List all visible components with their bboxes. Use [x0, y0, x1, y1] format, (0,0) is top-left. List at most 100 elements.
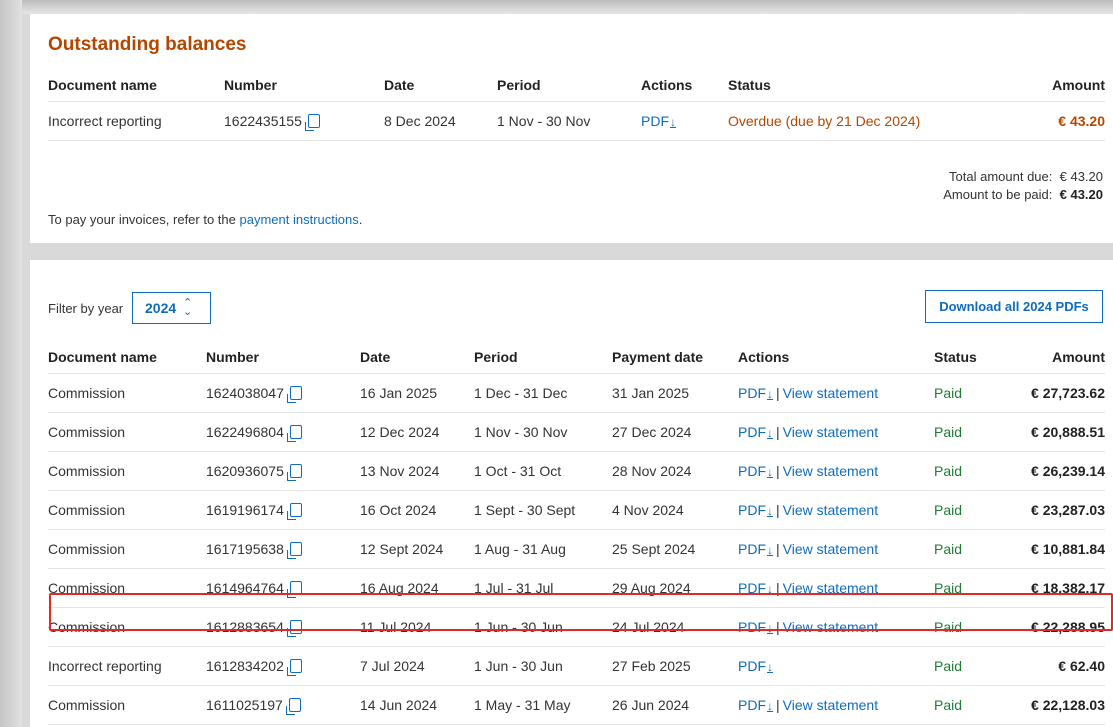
- pdf-download-link[interactable]: PDF↓: [738, 502, 773, 518]
- invoice-number: 1622496804: [206, 423, 284, 440]
- number-cell: 1620936075: [206, 451, 360, 491]
- table-row: Commission 1617195638 12 Sept 2024 1 Aug - …: [48, 529, 1105, 569]
- status-paid: Paid: [934, 490, 1010, 530]
- invoice-number: 1624038047: [206, 384, 284, 401]
- number-cell: 1612883654: [206, 607, 360, 647]
- table-row: Commission 1612883654 11 Jul 2024 1 Jun - 3…: [48, 607, 1105, 647]
- copy-icon[interactable]: [286, 658, 302, 676]
- document-name: Incorrect reporting: [48, 646, 206, 686]
- view-statement-link[interactable]: View statement: [783, 463, 878, 479]
- period: 1 May - 31 May: [474, 685, 612, 725]
- col-document-name: Document name: [48, 340, 206, 374]
- statements-card: Filter by year 2024 ⌃ ⌄ Download all 2024…: [30, 260, 1113, 727]
- view-statement-link[interactable]: View statement: [783, 541, 878, 557]
- actions-cell: PDF↓: [738, 646, 934, 686]
- view-statement-link[interactable]: View statement: [783, 385, 878, 401]
- actions-cell: PDF↓ | View statement: [738, 451, 934, 491]
- copy-icon[interactable]: [286, 580, 302, 598]
- actions-cell: PDF↓ | View statement: [738, 685, 934, 725]
- period: 1 Sept - 30 Sept: [474, 490, 612, 530]
- pdf-download-link[interactable]: PDF↓: [738, 463, 773, 479]
- col-period: Period: [474, 340, 612, 374]
- actions-separator: |: [776, 501, 780, 518]
- document-name: Commission: [48, 373, 206, 413]
- actions-separator: |: [776, 579, 780, 596]
- payment-date: 26 Jun 2024: [612, 685, 738, 725]
- view-statement-link[interactable]: View statement: [783, 619, 878, 635]
- status-paid: Paid: [934, 607, 1010, 647]
- outstanding-header-row: Document name Number Date Period Actions…: [48, 68, 1105, 102]
- status-paid: Paid: [934, 646, 1010, 686]
- copy-icon[interactable]: [286, 424, 302, 442]
- date: 7 Jul 2024: [360, 646, 474, 686]
- date: 16 Aug 2024: [360, 568, 474, 608]
- copy-icon[interactable]: [286, 385, 302, 403]
- col-document-name: Document name: [48, 68, 224, 102]
- payment-date: 4 Nov 2024: [612, 490, 738, 530]
- date: 11 Jul 2024: [360, 607, 474, 647]
- document-name: Commission: [48, 451, 206, 491]
- pdf-download-link[interactable]: PDF↓: [738, 424, 773, 440]
- number-cell: 1622496804: [206, 412, 360, 452]
- number-cell: 1619196174: [206, 490, 360, 530]
- pdf-download-link[interactable]: PDF↓: [738, 541, 773, 557]
- table-row: Commission 1622496804 12 Dec 2024 1 Nov - 3…: [48, 412, 1105, 452]
- date: 16 Jan 2025: [360, 373, 474, 413]
- payment-note: To pay your invoices, refer to the payme…: [48, 212, 362, 227]
- col-date: Date: [360, 340, 474, 374]
- period: 1 Nov - 30 Nov: [474, 412, 612, 452]
- table-row: Incorrect reporting 1612834202 7 Jul 2024 1…: [48, 646, 1105, 686]
- date: 13 Nov 2024: [360, 451, 474, 491]
- period: 1 Jun - 30 Jun: [474, 607, 612, 647]
- pdf-download-link[interactable]: PDF↓: [738, 580, 773, 596]
- payment-date: 28 Nov 2024: [612, 451, 738, 491]
- payment-date: 24 Jul 2024: [612, 607, 738, 647]
- invoice-number: 1622435155: [224, 112, 302, 129]
- copy-icon[interactable]: [304, 113, 320, 131]
- to-be-paid-value: € 43.20: [1059, 187, 1103, 202]
- copy-icon[interactable]: [286, 541, 302, 559]
- col-amount: Amount: [986, 68, 1105, 102]
- number-cell: 1617195638: [206, 529, 360, 569]
- col-payment-date: Payment date: [612, 340, 738, 374]
- payment-instructions-link[interactable]: payment instructions: [240, 212, 359, 227]
- pdf-label: PDF: [738, 501, 766, 518]
- actions-cell: PDF↓ | View statement: [738, 568, 934, 608]
- copy-icon[interactable]: [286, 619, 302, 637]
- document-name: Commission: [48, 607, 206, 647]
- copy-icon[interactable]: [286, 463, 302, 481]
- payment-date: 31 Jan 2025: [612, 373, 738, 413]
- view-statement-link[interactable]: View statement: [783, 580, 878, 596]
- amount: € 43.20: [986, 101, 1105, 141]
- window-top-shadow: [0, 0, 1113, 14]
- status-paid: Paid: [934, 685, 1010, 725]
- view-statement-link[interactable]: View statement: [783, 424, 878, 440]
- view-statement-link[interactable]: View statement: [783, 697, 878, 713]
- amount: € 62.40: [1010, 646, 1105, 686]
- copy-icon[interactable]: [286, 502, 302, 520]
- status-paid: Paid: [934, 373, 1010, 413]
- pdf-download-link[interactable]: PDF↓: [738, 658, 773, 674]
- actions-separator: |: [776, 384, 780, 401]
- download-all-pdfs-button[interactable]: Download all 2024 PDFs: [925, 290, 1103, 323]
- copy-icon[interactable]: [285, 697, 301, 715]
- document-name: Commission: [48, 529, 206, 569]
- pdf-download-link[interactable]: PDF↓: [738, 385, 773, 401]
- period: 1 Aug - 31 Aug: [474, 529, 612, 569]
- pdf-download-link[interactable]: PDF↓: [738, 697, 773, 713]
- view-statement-link[interactable]: View statement: [783, 502, 878, 518]
- number-cell: 1624038047: [206, 373, 360, 413]
- outstanding-table: Document name Number Date Period Actions…: [48, 68, 1105, 141]
- actions-separator: |: [776, 462, 780, 479]
- payment-date: 25 Sept 2024: [612, 529, 738, 569]
- period: 1 Nov - 30 Nov: [497, 101, 641, 141]
- date: 12 Sept 2024: [360, 529, 474, 569]
- year-select[interactable]: 2024 ⌃ ⌄: [132, 292, 211, 324]
- pdf-download-link[interactable]: PDF↓: [738, 619, 773, 635]
- col-status: Status: [728, 68, 986, 102]
- statements-header-row: Document name Number Date Period Payment…: [48, 340, 1105, 374]
- pdf-download-link[interactable]: PDF↓: [641, 113, 676, 129]
- actions-cell: PDF↓ | View statement: [738, 529, 934, 569]
- invoice-number: 1612834202: [206, 657, 284, 674]
- payment-date: 27 Feb 2025: [612, 646, 738, 686]
